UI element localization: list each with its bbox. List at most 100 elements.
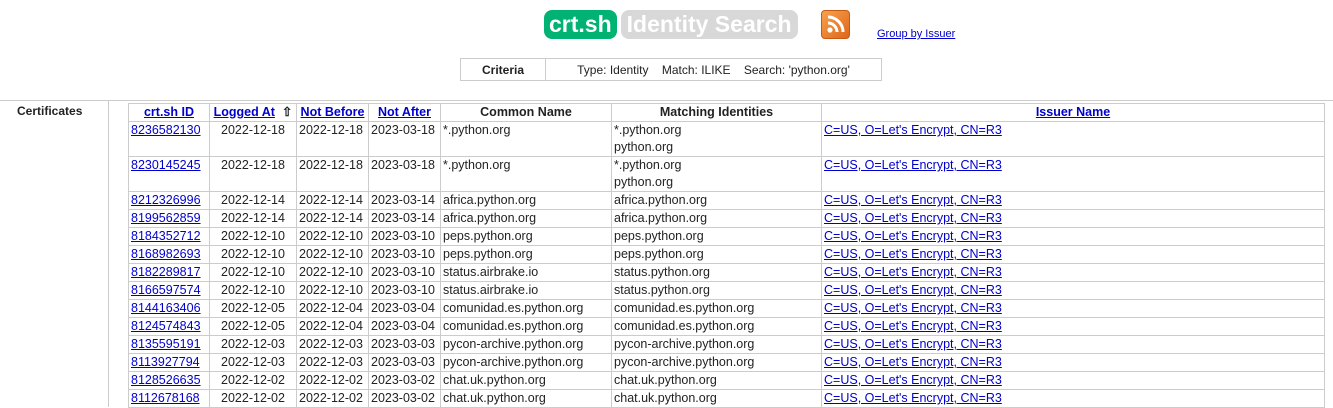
issuer-link[interactable]: C=US, O=Let's Encrypt, CN=R3 [824,283,1002,297]
cert-id-link[interactable]: 8230145245 [131,158,201,172]
issuer-cell[interactable]: C=US, O=Let's Encrypt, CN=R3 [821,335,1325,354]
issuer-link[interactable]: C=US, O=Let's Encrypt, CN=R3 [824,123,1002,137]
cert-id-link[interactable]: 8212326996 [131,193,201,207]
cert-id-cell[interactable]: 8230145245 [128,156,210,192]
cert-id-link[interactable]: 8168982693 [131,247,201,261]
sort-link[interactable]: Logged At [214,105,275,119]
cert-id-cell[interactable]: 8112678168 [128,389,210,408]
identity: *.python.org [614,123,682,137]
matching-identities-cell: comunidad.es.python.org [611,317,822,336]
issuer-cell[interactable]: C=US, O=Let's Encrypt, CN=R3 [821,299,1325,318]
crtsh-logo[interactable]: crt.sh [544,10,617,39]
divider [0,100,1333,101]
issuer-cell[interactable]: C=US, O=Let's Encrypt, CN=R3 [821,191,1325,210]
sort-link[interactable]: crt.sh ID [144,105,194,119]
identity: pycon-archive.python.org [614,337,755,351]
logged-at-cell: 2022-12-03 [209,335,297,354]
logged-at-cell: 2022-12-14 [209,209,297,228]
cert-id-link[interactable]: 8166597574 [131,283,201,297]
site-logo[interactable]: crt.sh Identity Search [544,10,798,39]
group-by-issuer-link[interactable]: Group by Issuer [877,28,955,40]
not-after-cell: 2023-03-14 [368,191,441,210]
column-header-issuer[interactable]: Issuer Name [821,103,1325,122]
issuer-link[interactable]: C=US, O=Let's Encrypt, CN=R3 [824,373,1002,387]
cert-id-link[interactable]: 8199562859 [131,211,201,225]
identity: comunidad.es.python.org [614,301,755,315]
issuer-cell[interactable]: C=US, O=Let's Encrypt, CN=R3 [821,263,1325,282]
sort-link[interactable]: Issuer Name [1036,105,1110,119]
cert-id-link[interactable]: 8236582130 [131,123,201,137]
sort-link[interactable]: Not After [378,105,431,119]
issuer-link[interactable]: C=US, O=Let's Encrypt, CN=R3 [824,355,1002,369]
cert-id-link[interactable]: 8128526635 [131,373,201,387]
issuer-cell[interactable]: C=US, O=Let's Encrypt, CN=R3 [821,371,1325,390]
table-row: 8112678168 2022-12-02 2022-12-02 2023-03-02… [128,389,1325,408]
not-after-cell: 2023-03-10 [368,263,441,282]
issuer-link[interactable]: C=US, O=Let's Encrypt, CN=R3 [824,265,1002,279]
issuer-link[interactable]: C=US, O=Let's Encrypt, CN=R3 [824,158,1002,172]
identity: peps.python.org [614,229,704,243]
column-header-logged-at[interactable]: Logged At ⇧ [209,103,297,122]
cert-id-link[interactable]: 8135595191 [131,337,201,351]
rss-icon[interactable] [821,10,850,39]
cert-id-cell[interactable]: 8113927794 [128,353,210,372]
cert-id-cell[interactable]: 8212326996 [128,191,210,210]
issuer-cell[interactable]: C=US, O=Let's Encrypt, CN=R3 [821,317,1325,336]
cert-id-cell[interactable]: 8128526635 [128,371,210,390]
common-name-cell: peps.python.org [440,245,612,264]
cert-id-link[interactable]: 8112678168 [131,391,200,405]
matching-identities-cell: peps.python.org [611,245,822,264]
issuer-cell[interactable]: C=US, O=Let's Encrypt, CN=R3 [821,245,1325,264]
cert-id-cell[interactable]: 8182289817 [128,263,210,282]
not-after-cell: 2023-03-18 [368,121,441,157]
cert-id-cell[interactable]: 8124574843 [128,317,210,336]
issuer-cell[interactable]: C=US, O=Let's Encrypt, CN=R3 [821,227,1325,246]
issuer-link[interactable]: C=US, O=Let's Encrypt, CN=R3 [824,229,1002,243]
common-name-cell: pycon-archive.python.org [440,335,612,354]
logged-at-cell: 2022-12-10 [209,227,297,246]
issuer-link[interactable]: C=US, O=Let's Encrypt, CN=R3 [824,391,1002,405]
cert-id-cell[interactable]: 8184352712 [128,227,210,246]
issuer-link[interactable]: C=US, O=Let's Encrypt, CN=R3 [824,337,1002,351]
column-header-not-before[interactable]: Not Before [296,103,369,122]
issuer-link[interactable]: C=US, O=Let's Encrypt, CN=R3 [824,319,1002,333]
column-header-id[interactable]: crt.sh ID [128,103,210,122]
not-before-cell: 2022-12-04 [296,299,369,318]
issuer-cell[interactable]: C=US, O=Let's Encrypt, CN=R3 [821,209,1325,228]
cert-id-cell[interactable]: 8144163406 [128,299,210,318]
issuer-link[interactable]: C=US, O=Let's Encrypt, CN=R3 [824,247,1002,261]
table-row: 8184352712 2022-12-10 2022-12-10 2023-03-10… [128,227,1325,246]
not-after-cell: 2023-03-02 [368,389,441,408]
cert-id-link[interactable]: 8113927794 [131,355,200,369]
identity: *.python.org [614,158,682,172]
matching-identities-cell: chat.uk.python.org [611,389,822,408]
logged-at-cell: 2022-12-14 [209,191,297,210]
issuer-link[interactable]: C=US, O=Let's Encrypt, CN=R3 [824,211,1002,225]
cert-id-link[interactable]: 8124574843 [131,319,201,333]
cert-id-cell[interactable]: 8199562859 [128,209,210,228]
not-after-cell: 2023-03-18 [368,156,441,192]
issuer-cell[interactable]: C=US, O=Let's Encrypt, CN=R3 [821,156,1325,192]
issuer-cell[interactable]: C=US, O=Let's Encrypt, CN=R3 [821,121,1325,157]
sort-arrow-icon: ⇧ [281,105,293,119]
cert-id-cell[interactable]: 8168982693 [128,245,210,264]
cert-id-cell[interactable]: 8135595191 [128,335,210,354]
issuer-cell[interactable]: C=US, O=Let's Encrypt, CN=R3 [821,281,1325,300]
issuer-link[interactable]: C=US, O=Let's Encrypt, CN=R3 [824,193,1002,207]
matching-identities-cell: status.python.org [611,263,822,282]
common-name-cell: peps.python.org [440,227,612,246]
column-header-not-after[interactable]: Not After [368,103,441,122]
issuer-cell[interactable]: C=US, O=Let's Encrypt, CN=R3 [821,353,1325,372]
cert-id-cell[interactable]: 8166597574 [128,281,210,300]
issuer-cell[interactable]: C=US, O=Let's Encrypt, CN=R3 [821,389,1325,408]
cert-id-cell[interactable]: 8236582130 [128,121,210,157]
common-name-cell: africa.python.org [440,209,612,228]
cert-id-link[interactable]: 8184352712 [131,229,201,243]
not-before-cell: 2022-12-10 [296,263,369,282]
cert-id-link[interactable]: 8144163406 [131,301,201,315]
identity: peps.python.org [614,247,704,261]
issuer-link[interactable]: C=US, O=Let's Encrypt, CN=R3 [824,301,1002,315]
identity: comunidad.es.python.org [614,319,755,333]
cert-id-link[interactable]: 8182289817 [131,265,201,279]
sort-link[interactable]: Not Before [301,105,365,119]
